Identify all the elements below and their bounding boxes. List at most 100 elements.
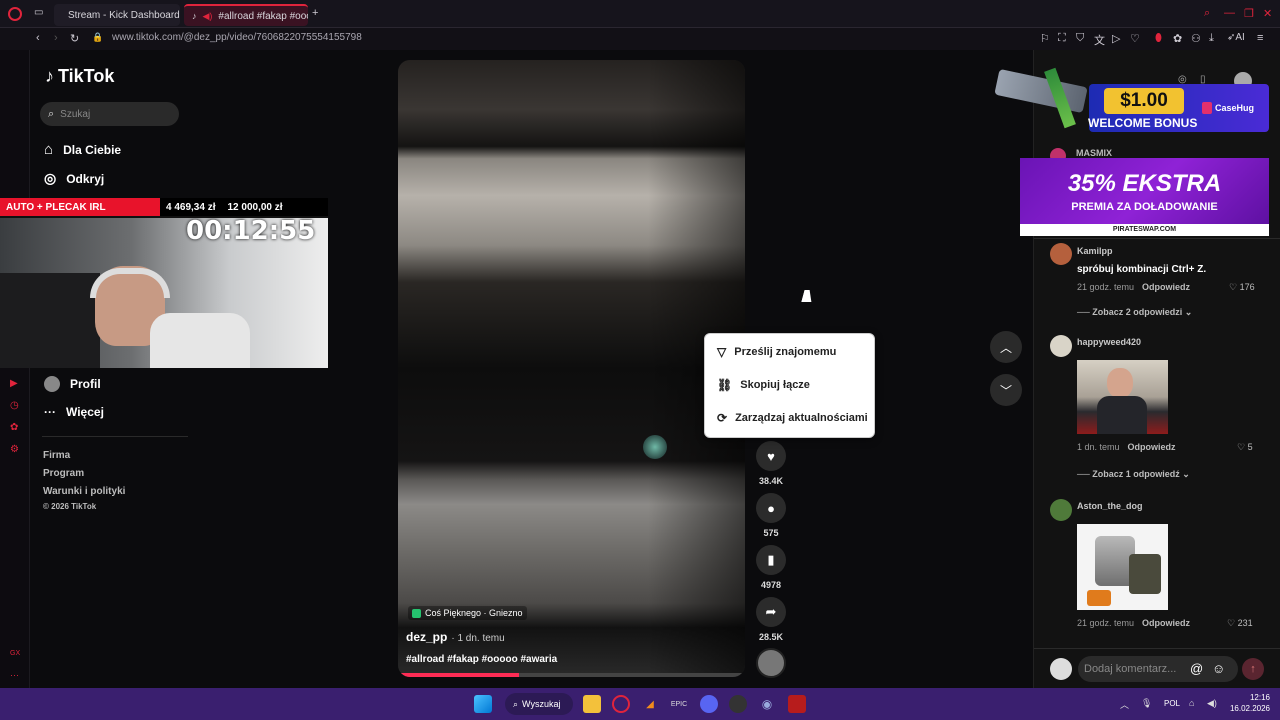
minimize-icon[interactable]: — xyxy=(1224,7,1235,19)
language-indicator[interactable]: POL xyxy=(1164,699,1180,708)
comment-like[interactable]: ♡ 5 xyxy=(1237,442,1253,453)
tiktok-logo[interactable]: ♪ TikTok xyxy=(45,66,114,87)
commenter-name[interactable]: Kamilpp xyxy=(1077,246,1113,256)
comment-image[interactable] xyxy=(1077,524,1168,610)
like-button[interactable]: ♥ xyxy=(756,441,786,471)
commenter-name[interactable]: happyweed420 xyxy=(1077,337,1141,347)
snapshot-icon[interactable]: ⛶ xyxy=(1058,32,1066,45)
back-icon[interactable]: ‹ xyxy=(36,32,40,44)
ad-casehug[interactable]: $1.00 WELCOME BONUS CaseHug xyxy=(994,67,1269,136)
clock[interactable]: 12:16 16.02.2026 xyxy=(1226,692,1270,714)
more-sidebar-icon[interactable]: ··· xyxy=(10,670,19,680)
network-icon[interactable]: ⌂ xyxy=(1189,698,1194,708)
new-tab-icon[interactable]: + xyxy=(312,7,318,19)
video-player[interactable]: Coś Pięknego · Gniezno dez_pp · 1 dn. te… xyxy=(398,60,745,677)
steam-icon[interactable]: ◉ xyxy=(758,695,776,713)
stream-overlay: AUTO + PLECAK IRL 4 469,34 zł 12 000,00 … xyxy=(0,198,328,368)
discord-icon[interactable] xyxy=(700,695,718,713)
forward-icon[interactable]: › xyxy=(54,32,58,44)
footer-link-program[interactable]: Program xyxy=(43,468,84,479)
tab-tiktok-video[interactable]: ♪ ◀) #allroad #fakap #oooo xyxy=(184,4,308,26)
obs-icon[interactable] xyxy=(729,695,747,713)
volume-icon[interactable]: ◀) xyxy=(1207,698,1217,709)
save-button[interactable]: ▮ xyxy=(756,545,786,575)
comment-input[interactable]: Dodaj komentarz... @ ☺ xyxy=(1078,656,1238,682)
commenter-avatar[interactable] xyxy=(1050,243,1072,265)
next-video-button[interactable]: ﹀ xyxy=(990,374,1022,406)
menu-copy-link[interactable]: ⛓ Skopiuj łącze xyxy=(717,378,810,392)
reply-button[interactable]: Odpowiedz xyxy=(1142,618,1190,628)
commenter-name[interactable]: Aston_the_dog xyxy=(1077,501,1143,511)
search-box[interactable]: ⌕ Szukaj xyxy=(40,102,179,126)
comment-image[interactable] xyxy=(1077,360,1168,434)
bookmark-icon[interactable]: ⚐ xyxy=(1040,32,1050,45)
share-button[interactable]: ➦ xyxy=(756,597,786,627)
commenter-name[interactable]: MASMIX xyxy=(1076,148,1112,158)
post-time: · 1 dn. temu xyxy=(451,633,505,644)
menu-manage-feed[interactable]: ⟳ Zarządzaj aktualnościami xyxy=(717,411,868,425)
emoji-icon[interactable]: ☺ xyxy=(1212,661,1225,676)
settings-icon[interactable]: ⚙ xyxy=(10,444,19,455)
tray-chevron-icon[interactable]: ︿ xyxy=(1120,698,1129,711)
music-disc-button[interactable] xyxy=(756,648,786,678)
app-red-icon[interactable] xyxy=(788,695,806,713)
tab-kick-dashboard[interactable]: Stream - Kick Dashboard xyxy=(54,4,180,26)
reply-button[interactable]: Odpowiedz xyxy=(1142,282,1190,292)
microphone-icon[interactable]: 🎙 xyxy=(1141,698,1152,709)
footer-link-company[interactable]: Firma xyxy=(43,450,70,461)
reload-icon[interactable]: ↻ xyxy=(70,32,79,45)
profile-icon[interactable]: ⚇ xyxy=(1191,32,1201,45)
hashtags[interactable]: #allroad #fakap #ooooo #awaria xyxy=(406,654,557,665)
taskbar-search[interactable]: ⌕ Wyszukaj xyxy=(505,693,573,715)
search-tabs-icon[interactable]: ⌕ xyxy=(1204,7,1210,20)
url-field[interactable]: www.tiktok.com/@dez_pp/video/76068220755… xyxy=(112,32,362,43)
app-icon[interactable]: ◢ xyxy=(641,695,659,713)
commenter-avatar[interactable] xyxy=(1050,335,1072,357)
home-icon: ⌂ xyxy=(44,141,54,158)
comment-button[interactable]: ● xyxy=(756,493,786,523)
close-window-icon[interactable]: ✕ xyxy=(1263,7,1272,20)
history-icon[interactable]: ◷ xyxy=(10,400,19,411)
ad-pirateswap[interactable]: 35% EKSTRA PREMIA ZA DOŁADOWANIE PIRATES… xyxy=(1020,158,1269,236)
opera-logo-icon[interactable] xyxy=(8,7,22,21)
menu-icon[interactable]: ≡ xyxy=(1257,32,1263,44)
gx-icon[interactable]: GX xyxy=(10,650,20,657)
download-icon[interactable]: ⤓ xyxy=(1209,32,1214,45)
footer-link-terms[interactable]: Warunki i polityki xyxy=(43,486,125,497)
nav-for-you[interactable]: ⌂ Dla Ciebie xyxy=(44,141,121,158)
tab-manager-icon[interactable]: ▭ xyxy=(34,7,43,18)
mention-icon[interactable]: @ xyxy=(1190,661,1203,676)
epic-games-icon[interactable]: EPIC xyxy=(670,695,688,713)
compass-icon: ◎ xyxy=(44,170,57,186)
nav-more[interactable]: ··· Więcej xyxy=(44,405,104,419)
extensions-sidebar-icon[interactable]: ✿ xyxy=(10,422,18,433)
nav-profile[interactable]: Profil xyxy=(44,376,101,392)
video-progress-track[interactable] xyxy=(398,673,745,677)
previous-video-button[interactable]: ︿ xyxy=(990,331,1022,363)
player-sidebar-icon[interactable]: ▶ xyxy=(10,378,18,389)
shield-icon[interactable]: ⛉ xyxy=(1076,32,1084,45)
menu-send-to-friend[interactable]: ▽ Prześlij znajomemu xyxy=(717,345,836,359)
comment-like[interactable]: ♡ 231 xyxy=(1227,618,1253,629)
speaker-icon[interactable]: ◀) xyxy=(203,11,213,22)
reply-button[interactable]: Odpowiedz xyxy=(1128,442,1176,452)
send-comment-button[interactable]: ↑ xyxy=(1242,658,1264,680)
view-replies-button[interactable]: ── Zobacz 2 odpowiedzi ⌄ xyxy=(1077,307,1192,318)
nav-explore[interactable]: ◎ Odkryj xyxy=(44,170,104,187)
author-name[interactable]: dez_pp xyxy=(406,630,447,644)
extensions-icon[interactable]: ✿ xyxy=(1173,32,1182,45)
commenter-avatar[interactable] xyxy=(1050,499,1072,521)
heart-icon[interactable]: ♡ xyxy=(1130,32,1140,45)
aria-ai-button[interactable]: ➶ AI xyxy=(1227,32,1245,43)
opera-gx-icon[interactable] xyxy=(612,695,630,713)
translate-icon[interactable]: 文 xyxy=(1094,32,1105,48)
view-replies-button[interactable]: ── Zobacz 1 odpowiedź ⌄ xyxy=(1077,469,1190,480)
location-tag[interactable]: Coś Pięknego · Gniezno xyxy=(408,606,527,620)
comment-like[interactable]: ♡ 176 xyxy=(1229,282,1255,293)
file-explorer-icon[interactable] xyxy=(583,695,601,713)
player-icon[interactable]: ▷ xyxy=(1112,32,1120,45)
vpn-icon[interactable]: ⬮ xyxy=(1155,32,1162,45)
casehug-logo-icon xyxy=(1202,102,1212,114)
windows-start-icon[interactable] xyxy=(474,695,492,713)
maximize-icon[interactable]: ❐ xyxy=(1244,7,1254,20)
